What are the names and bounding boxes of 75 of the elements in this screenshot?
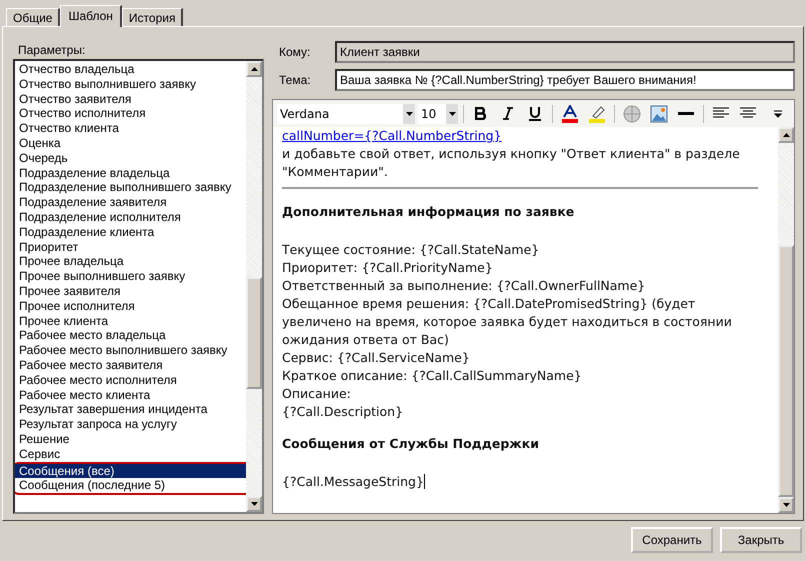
text-line: Обещанное время решения: {?Call.DatePromisedString} (будет увеличено на время, которое заявка будет находиться в состоянии ожидания ответа от Вас) [282, 295, 733, 349]
text-line: {?Call.Description} [282, 403, 404, 421]
align-center-icon [740, 107, 756, 120]
size-select[interactable]: 10 [418, 104, 458, 124]
align-left-icon [713, 107, 729, 120]
list-item[interactable]: Оценка [15, 136, 246, 151]
text-line: {?Call.MessageString} [282, 474, 425, 489]
list-item[interactable]: Рабочее место клиента [15, 388, 246, 402]
arrow-down-icon [782, 503, 790, 508]
list-item[interactable]: Отчество заявителя [15, 92, 246, 106]
arrow-up-icon [250, 67, 258, 71]
text-line: Текущее состояние: {?Call.StateName} [282, 241, 540, 259]
field-label: Тема: [278, 73, 312, 87]
tab[interactable]: История [122, 8, 184, 26]
tab[interactable]: Общие [6, 8, 60, 26]
list-label: Параметры: [18, 43, 86, 57]
section-heading: Сообщения от Службы Поддержки [282, 435, 540, 453]
list-item[interactable]: Сообщения (все) [15, 464, 246, 478]
list-item[interactable]: Подразделение заявителя [15, 195, 246, 210]
list-item[interactable]: Прочее выполнившего заявку [15, 269, 246, 284]
globe-icon [623, 104, 641, 122]
scroll-up-button[interactable] [246, 61, 262, 77]
scroll-up-button[interactable] [778, 127, 794, 143]
list-item[interactable]: Отчество клиента [15, 121, 246, 136]
subject-field[interactable]: Ваша заявка № {?Call.NumberString} требует Вашего внимания! [335, 69, 795, 91]
link[interactable]: callNumber={?Call.NumberString} [282, 127, 758, 145]
tab[interactable]: Шаблон [60, 5, 122, 27]
list-item[interactable]: Результат завершения инцидента [15, 402, 246, 418]
list-item[interactable]: Подразделение клиента [15, 224, 246, 240]
dialog-button[interactable]: Сохранить [631, 527, 713, 553]
list-item[interactable]: Прочее исполнителя [15, 298, 246, 314]
section-heading: Дополнительная информация по заявке [282, 203, 576, 221]
list-item[interactable]: Подразделение исполнителя [15, 210, 246, 225]
list-item[interactable]: Рабочее место заявителя [15, 358, 246, 373]
list-item[interactable]: Отчество исполнителя [15, 106, 246, 122]
caret-icon [406, 112, 412, 116]
list-item[interactable]: Прочее заявителя [15, 284, 246, 299]
list-item[interactable]: Подразделение владельца [15, 166, 246, 180]
list-item[interactable]: Отчество выполнившего заявку [15, 76, 246, 92]
chevron-down-icon [773, 108, 783, 118]
text-line: Ответственный за выполнение: {?Call.OwnerFullName} [282, 277, 646, 295]
list-item[interactable]: Подразделение выполнившего заявку [15, 180, 246, 196]
text-line: Сервис: {?Call.ServiceName} [282, 349, 471, 367]
dialog-button[interactable]: Закрыть [720, 527, 802, 553]
text-line: и добавьте свой ответ, используя кнопку "Ответ клиента" в разделе "Комментарии". [282, 145, 741, 181]
bold-icon [475, 107, 487, 120]
underline-icon [529, 106, 541, 121]
caret-icon [448, 112, 456, 116]
scroll-thumb[interactable] [778, 244, 794, 498]
list-item[interactable]: Рабочее место исполнителя [15, 372, 246, 388]
text-line: Краткое описание: {?Call.CallSummaryName} [282, 367, 583, 385]
list-item[interactable]: Решение [15, 432, 246, 447]
italic-icon [503, 107, 513, 120]
list-item[interactable]: Очередь [15, 150, 246, 166]
arrow-down-icon [250, 502, 258, 506]
list-item[interactable]: Сервис [15, 446, 246, 462]
list-item[interactable]: Прочее владельца [15, 254, 246, 270]
font-select[interactable]: Verdana [277, 104, 415, 124]
font-color-icon [561, 104, 579, 122]
list-item[interactable]: Приоритет [15, 240, 246, 254]
text-line: Описание: [282, 385, 352, 403]
highlighter-icon [588, 104, 606, 122]
list-item[interactable]: Рабочее место владельца [15, 328, 246, 344]
image-icon [650, 104, 668, 122]
list-item[interactable]: Результат запроса на услугу [15, 417, 246, 432]
scroll-thumb[interactable] [246, 277, 262, 389]
text-line: Приоритет: {?Call.PriorityName} [282, 259, 494, 277]
arrow-up-icon [782, 132, 790, 137]
list-item[interactable]: Сообщения (последние 5) [15, 478, 246, 494]
list-item[interactable]: Отчество владельца [15, 62, 246, 77]
scroll-down-button[interactable] [246, 496, 262, 512]
list-item[interactable]: Рабочее место выполнившего заявку [15, 343, 246, 358]
scroll-down-button[interactable] [778, 497, 794, 513]
field-label: Кому: [278, 45, 312, 59]
list-item[interactable]: Прочее клиента [15, 314, 246, 328]
